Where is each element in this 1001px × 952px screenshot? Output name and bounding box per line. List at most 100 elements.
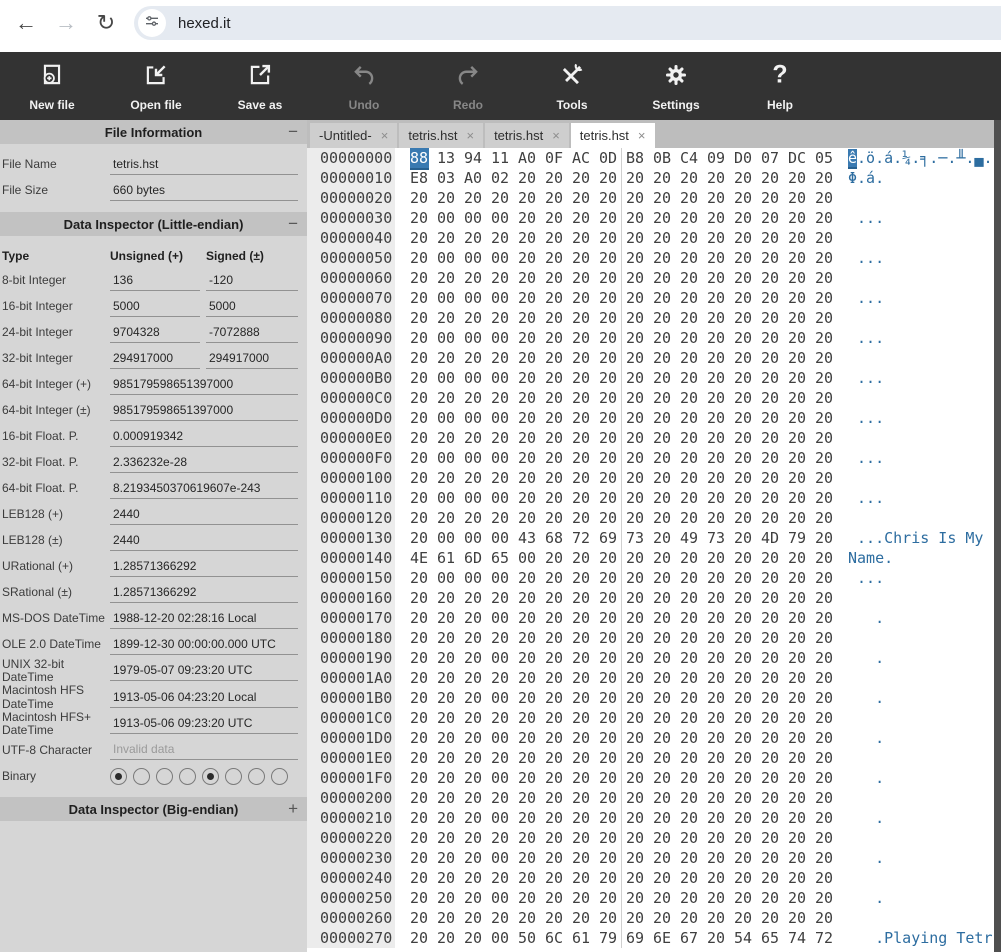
hex-byte[interactable]: 20 [680, 488, 699, 508]
inspector-value[interactable]: Invalid data [110, 740, 298, 761]
ascii-column[interactable] [848, 588, 993, 608]
hex-byte[interactable]: 20 [653, 428, 672, 448]
hex-byte[interactable]: 20 [788, 868, 807, 888]
binary-bit-radio[interactable] [225, 767, 242, 785]
hex-byte[interactable]: 00 [464, 528, 483, 548]
binary-bit-radio[interactable] [248, 767, 265, 785]
hex-byte[interactable]: 20 [680, 708, 699, 728]
inspector-value[interactable]: 1899-12-30 00:00:00.000 UTC [110, 635, 298, 655]
hex-byte[interactable]: 20 [680, 628, 699, 648]
hex-byte[interactable]: 20 [653, 688, 672, 708]
hex-byte[interactable]: 20 [815, 848, 834, 868]
hex-byte[interactable]: 20 [599, 868, 618, 888]
ascii-char[interactable]: .ö.á.¼.╕.─.╨.▄. [857, 149, 992, 167]
hex-byte[interactable]: 03 [437, 168, 456, 188]
close-icon[interactable]: × [466, 128, 474, 143]
hex-byte[interactable]: 20 [788, 768, 807, 788]
hex-byte[interactable]: 20 [545, 748, 564, 768]
hex-byte[interactable]: 20 [599, 908, 618, 928]
hex-byte[interactable]: 20 [599, 488, 618, 508]
hex-byte[interactable]: 20 [815, 628, 834, 648]
hex-byte[interactable]: 20 [572, 408, 591, 428]
ascii-column[interactable]: ... [848, 208, 993, 228]
hex-byte[interactable]: 20 [734, 388, 753, 408]
hex-byte[interactable]: 20 [788, 208, 807, 228]
ascii-column[interactable]: . [848, 808, 993, 828]
hex-byte[interactable]: 20 [815, 828, 834, 848]
ascii-column[interactable] [848, 868, 993, 888]
hex-byte[interactable]: 20 [545, 848, 564, 868]
hex-byte[interactable]: 20 [410, 468, 429, 488]
hex-byte[interactable]: 20 [626, 808, 645, 828]
hex-byte[interactable]: 20 [788, 728, 807, 748]
hex-byte[interactable]: 20 [545, 608, 564, 628]
hex-byte[interactable]: 20 [491, 788, 510, 808]
hex-byte[interactable]: 20 [707, 688, 726, 708]
hex-byte[interactable]: 20 [572, 548, 591, 568]
hex-byte[interactable]: 68 [545, 528, 564, 548]
hex-byte[interactable]: 20 [707, 368, 726, 388]
hex-byte[interactable]: 20 [707, 548, 726, 568]
hex-byte[interactable]: C4 [680, 148, 699, 168]
hex-byte[interactable]: 20 [626, 348, 645, 368]
hex-byte[interactable]: 20 [491, 748, 510, 768]
help-button[interactable]: ? Help [728, 52, 832, 120]
hex-byte[interactable]: 20 [410, 408, 429, 428]
hex-byte[interactable]: 61 [437, 548, 456, 568]
hex-byte[interactable]: 20 [761, 308, 780, 328]
inspector-value[interactable]: 985179598651397000 [110, 401, 298, 421]
hex-byte[interactable]: 20 [518, 868, 537, 888]
hex-byte[interactable]: 20 [761, 728, 780, 748]
hex-byte[interactable]: 20 [653, 828, 672, 848]
tools-button[interactable]: Tools [520, 52, 624, 120]
hex-byte[interactable]: 20 [680, 828, 699, 848]
hex-byte[interactable]: 00 [491, 848, 510, 868]
hex-byte[interactable]: 20 [761, 448, 780, 468]
hex-byte[interactable]: 20 [410, 228, 429, 248]
hex-byte[interactable]: 0F [545, 148, 564, 168]
hex-byte[interactable]: 20 [464, 688, 483, 708]
inspector-value[interactable]: 1913-05-06 04:23:20 Local [110, 688, 298, 708]
hex-byte[interactable]: 20 [545, 728, 564, 748]
hex-byte[interactable]: 20 [707, 288, 726, 308]
hex-byte[interactable]: 20 [410, 928, 429, 948]
hex-byte[interactable]: 72 [815, 928, 834, 948]
hex-byte[interactable]: 65 [491, 548, 510, 568]
hex-byte[interactable]: 20 [653, 708, 672, 728]
hex-byte[interactable]: 20 [680, 308, 699, 328]
hex-byte[interactable]: 20 [653, 228, 672, 248]
hex-byte[interactable]: 20 [788, 228, 807, 248]
hex-byte[interactable]: 20 [545, 208, 564, 228]
hex-byte[interactable]: 20 [599, 268, 618, 288]
ascii-column[interactable]: . [848, 648, 993, 668]
hex-byte[interactable]: 20 [653, 728, 672, 748]
hex-byte[interactable]: 20 [815, 908, 834, 928]
hex-byte[interactable]: 20 [626, 628, 645, 648]
hex-byte[interactable]: 20 [410, 568, 429, 588]
hex-byte[interactable]: 20 [626, 388, 645, 408]
hex-byte[interactable]: 20 [653, 748, 672, 768]
hex-byte[interactable]: 20 [761, 288, 780, 308]
hex-byte[interactable]: 20 [599, 728, 618, 748]
hex-byte[interactable]: 20 [410, 268, 429, 288]
hex-byte[interactable]: 6E [653, 928, 672, 948]
hex-byte[interactable]: 20 [734, 708, 753, 728]
inspector-unsigned-value[interactable]: 294917000 [110, 349, 200, 369]
hex-byte[interactable]: 20 [680, 288, 699, 308]
hex-byte[interactable]: 20 [572, 348, 591, 368]
hex-byte[interactable]: 20 [437, 268, 456, 288]
hex-byte[interactable]: 4E [410, 548, 429, 568]
hex-byte[interactable]: 20 [572, 868, 591, 888]
url-field[interactable]: hexed.it [134, 6, 1001, 40]
settings-button[interactable]: Settings [624, 52, 728, 120]
hex-byte[interactable]: A0 [518, 148, 537, 168]
hex-byte[interactable]: 00 [437, 248, 456, 268]
hex-byte[interactable]: 20 [707, 748, 726, 768]
ascii-column[interactable]: Name. [848, 548, 993, 568]
hex-byte[interactable]: 20 [545, 388, 564, 408]
ascii-column[interactable]: ... [848, 568, 993, 588]
hex-byte[interactable]: 20 [572, 168, 591, 188]
hex-byte[interactable]: 20 [491, 668, 510, 688]
hex-byte[interactable]: 00 [491, 408, 510, 428]
hex-byte[interactable]: 20 [545, 628, 564, 648]
